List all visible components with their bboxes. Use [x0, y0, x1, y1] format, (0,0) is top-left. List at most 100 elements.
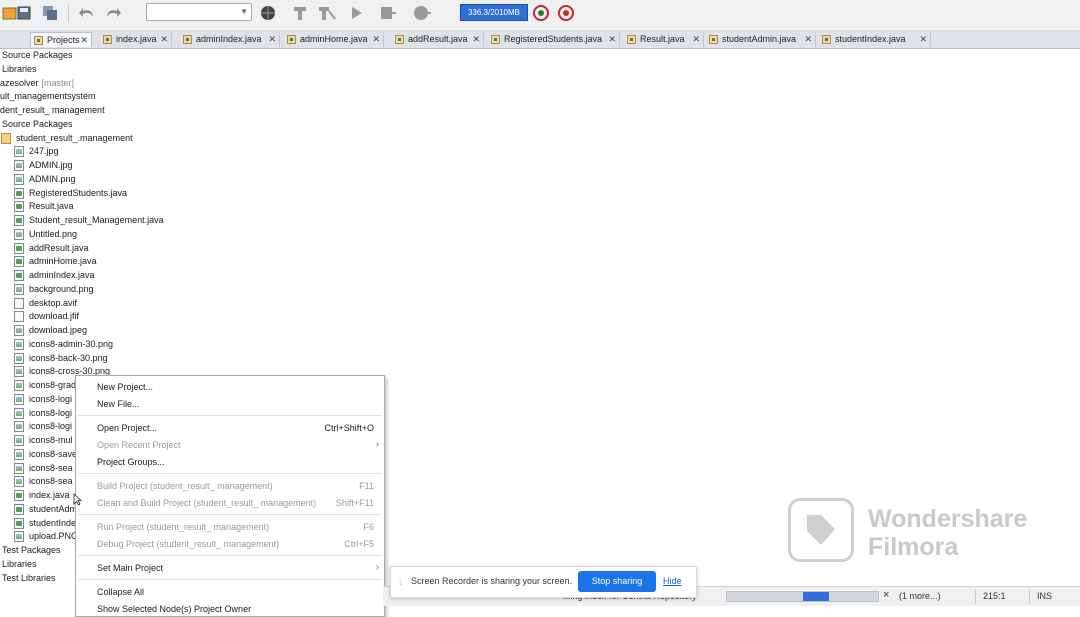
tree-node[interactable]: index.java [14, 489, 70, 502]
menu-item[interactable]: Collapse All [76, 584, 384, 600]
close-icon[interactable]: ✕ [160, 32, 168, 47]
tree-node[interactable]: adminIndex.java [14, 269, 95, 282]
tab-projects[interactable]: Projects ✕ [30, 32, 92, 47]
tree-node[interactable]: Test Libraries [2, 572, 56, 585]
tree-node[interactable]: azesolver [master] [0, 77, 74, 90]
more-tasks-link[interactable]: (1 more...) [899, 591, 941, 601]
clean-build-icon[interactable] [317, 3, 337, 23]
tree-node[interactable]: icons8-back-30.png [14, 352, 108, 365]
profile-icon[interactable] [412, 3, 432, 23]
tree-node[interactable]: 247.jpg [14, 145, 59, 158]
tree-node[interactable]: Libraries [2, 558, 37, 571]
tree-node[interactable]: icons8-mul [14, 434, 73, 447]
tree-node[interactable]: icons8-grad [14, 379, 76, 392]
tree-node-label: adminIndex.java [29, 270, 95, 280]
tab-index-java[interactable]: index.java ✕ [100, 32, 172, 47]
menu-item[interactable]: Set Main Project › [76, 560, 384, 576]
java-file-icon [14, 256, 24, 267]
tree-node-label: icons8-back-30.png [29, 353, 108, 363]
tree-node[interactable]: icons8-sea [14, 475, 73, 488]
tree-node[interactable]: studentInde [14, 517, 76, 530]
tree-node[interactable]: icons8-logi [14, 393, 72, 406]
menu-separator [78, 415, 382, 416]
drag-handle-icon[interactable]: ⦙⦙ [399, 577, 402, 588]
tree-node[interactable]: Source Packages [2, 49, 73, 62]
tree-node[interactable]: background.png [14, 283, 94, 296]
tree-node[interactable]: studentAdm [14, 503, 77, 516]
menu-item-label: Build Project (student_result_ managemen… [97, 481, 273, 491]
tree-node-label: ADMIN.png [29, 174, 76, 184]
tree-node[interactable]: ADMIN.png [14, 173, 76, 186]
tree-node[interactable]: upload.PNG [14, 530, 78, 543]
cancel-task-icon[interactable]: × [883, 589, 889, 601]
close-icon[interactable]: ✕ [80, 33, 88, 48]
tree-node[interactable]: Libraries [2, 63, 37, 76]
git-branch-label: [master] [41, 78, 75, 88]
memory-usage-indicator[interactable]: 336.3/2010MB [460, 4, 528, 21]
tree-node[interactable]: icons8-save [14, 448, 77, 461]
tab-result-java[interactable]: Result.java ✕ [624, 32, 704, 47]
undo-icon[interactable] [78, 3, 98, 23]
close-icon[interactable]: ✕ [608, 32, 616, 47]
tree-node[interactable]: Student_result_Management.java [14, 214, 164, 227]
gc-stop-icon[interactable] [556, 3, 576, 23]
menu-item[interactable]: Project Groups... [76, 454, 384, 470]
menu-item[interactable]: New Project... [76, 379, 384, 395]
tree-node-label: ADMIN.jpg [29, 160, 73, 170]
menu-item-shortcut: F6 [363, 522, 374, 532]
tree-node[interactable]: Result.java [14, 200, 74, 213]
image-file-icon [14, 353, 24, 364]
tree-node[interactable]: icons8-logi [14, 420, 72, 433]
close-icon[interactable]: ✕ [919, 32, 927, 47]
tree-node-label: desktop.avif [29, 298, 78, 308]
close-icon[interactable]: ✕ [372, 32, 380, 47]
tree-node[interactable]: Source Packages [2, 118, 73, 131]
close-icon[interactable]: ✕ [472, 32, 480, 47]
tree-node[interactable]: student_result_.management [1, 132, 133, 145]
tree-node[interactable]: addResult.java [14, 242, 89, 255]
package-icon [1, 133, 11, 144]
tree-node[interactable]: adminHome.java [14, 255, 97, 268]
menu-item-label: Open Recent Project [97, 440, 181, 450]
menu-item[interactable]: Show Selected Node(s) Project Owner [76, 601, 384, 617]
save-all-icon[interactable] [40, 3, 60, 23]
tree-node[interactable]: Test Packages [2, 544, 61, 557]
menu-item[interactable]: New File... [76, 396, 384, 412]
menu-item[interactable]: Open Project... Ctrl+Shift+O [76, 420, 384, 436]
tab-addresult-java[interactable]: addResult.java ✕ [392, 32, 484, 47]
tree-node[interactable]: Untitled.png [14, 228, 77, 241]
tree-node[interactable]: RegisteredStudents.java [14, 187, 127, 200]
tree-node[interactable]: download.jfif [14, 310, 79, 323]
hide-link[interactable]: Hide [663, 576, 682, 586]
gc-icon[interactable] [531, 3, 551, 23]
tree-node[interactable]: icons8-logi [14, 407, 72, 420]
tree-node-label: ult_managementsystem [0, 91, 96, 101]
image-file-icon [14, 380, 24, 391]
tree-node[interactable]: ADMIN.jpg [14, 159, 73, 172]
configuration-combo[interactable]: ▼ [146, 3, 252, 21]
run-icon[interactable] [346, 3, 366, 23]
close-icon[interactable]: ✕ [692, 32, 700, 47]
tree-node[interactable]: icons8-sea [14, 462, 73, 475]
tree-node[interactable]: dent_result_ management [0, 104, 105, 117]
close-icon[interactable]: ✕ [804, 32, 812, 47]
java-file-icon [287, 35, 296, 44]
tree-node[interactable]: desktop.avif [14, 297, 77, 310]
hammer-icon[interactable] [290, 3, 310, 23]
tab-adminhome-java[interactable]: adminHome.java ✕ [284, 32, 384, 47]
tree-node[interactable]: icons8-admin-30.png [14, 338, 113, 351]
redo-icon[interactable] [104, 3, 124, 23]
java-file-icon [627, 35, 636, 44]
tree-node[interactable]: download.jpeg [14, 324, 87, 337]
tab-studentadmin-java[interactable]: studentAdmin.java ✕ [706, 32, 816, 47]
tab-studentindex-java[interactable]: studentIndex.java ✕ [819, 32, 931, 47]
globe-icon[interactable] [258, 3, 278, 23]
debug-icon[interactable] [378, 3, 398, 23]
tab-registeredstudents-java[interactable]: RegisteredStudents.java ✕ [488, 32, 620, 47]
stop-sharing-button[interactable]: Stop sharing [578, 571, 656, 592]
image-file-icon [14, 325, 24, 336]
save-icon[interactable] [14, 3, 34, 23]
tab-adminindex-java[interactable]: adminIndex.java ✕ [180, 32, 280, 47]
tree-node[interactable]: ult_managementsystem [0, 90, 96, 103]
close-icon[interactable]: ✕ [268, 32, 276, 47]
